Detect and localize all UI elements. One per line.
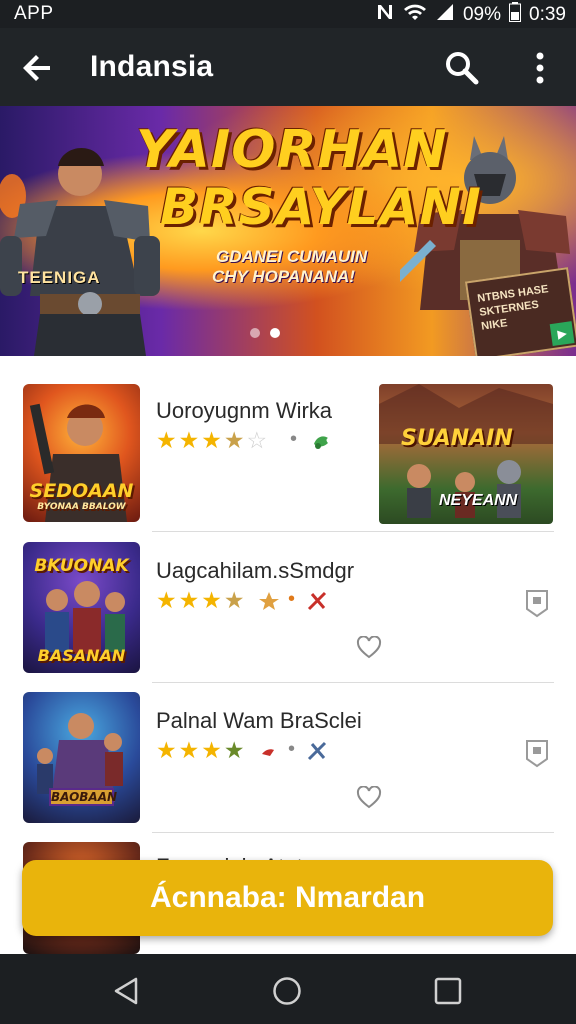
star-half-icon: ★ bbox=[223, 427, 245, 453]
star-rating: ★ ★ ★ ★ bbox=[156, 738, 245, 762]
banner-subtitle-line2: CHY HOPANANA! bbox=[212, 267, 355, 286]
star-icon: ★ bbox=[178, 587, 200, 613]
star-empty-icon: ☆ bbox=[246, 427, 268, 453]
star-half-icon: ★ bbox=[223, 587, 245, 613]
search-button[interactable] bbox=[442, 48, 482, 88]
more-vert-icon bbox=[536, 52, 544, 84]
carousel-dot[interactable] bbox=[250, 328, 260, 338]
status-icons: 09% 0:39 bbox=[375, 2, 566, 28]
nfc-icon bbox=[375, 2, 395, 28]
thumbnail-title: SEDOAAN bbox=[29, 480, 134, 502]
category-icon bbox=[314, 436, 328, 449]
badge-icon bbox=[259, 592, 279, 610]
star-icon: ★ bbox=[178, 427, 200, 453]
star-icon: ★ bbox=[201, 427, 222, 453]
app-title[interactable]: Palnal Wam BraSclei bbox=[156, 708, 362, 734]
wifi-icon bbox=[403, 2, 427, 28]
list-item[interactable]: BAOBAAN Palnal Wam BraSclei ★ ★ ★ ★ • bbox=[0, 682, 576, 833]
star-icon: ★ bbox=[201, 737, 222, 763]
banner-hero-label: TEENIGA bbox=[18, 268, 101, 287]
system-nav-bar bbox=[0, 954, 576, 1024]
banner-promo-card: NTBNS HASE SKTERNES NIKE ▶ bbox=[464, 267, 576, 356]
carousel-indicator bbox=[250, 328, 280, 338]
star-half-icon: ★ bbox=[223, 737, 245, 763]
star-icon: ★ bbox=[156, 427, 177, 453]
separator-dot: • bbox=[290, 428, 298, 450]
hero-banner[interactable]: YAIORHAN BRSAYLANI GDANEI CUMAUIN CHY HO… bbox=[0, 106, 576, 356]
carrier-label: APP bbox=[14, 3, 54, 24]
back-arrow-icon bbox=[23, 55, 50, 81]
carousel-dot-active[interactable] bbox=[270, 328, 280, 338]
banner-title-line2: BRSAYLANI bbox=[160, 178, 482, 236]
category-icon bbox=[307, 591, 327, 611]
thumbnail-title: BKUONAK bbox=[34, 556, 129, 576]
promo-image[interactable]: SUANAIN NEYEANN bbox=[379, 384, 553, 524]
play-badge-icon: ▶ bbox=[549, 321, 575, 347]
page-title: Indansia bbox=[90, 50, 214, 83]
star-rating: ★ ★ ★ ★ bbox=[156, 588, 245, 612]
overflow-menu-button[interactable] bbox=[522, 48, 558, 88]
banner-subtitle-line1: GDANEI CUMAUIN bbox=[216, 247, 368, 266]
clock: 0:39 bbox=[529, 4, 566, 25]
separator-dot: • bbox=[288, 588, 296, 610]
battery-percent: 09% bbox=[462, 4, 502, 25]
promo-subtitle: NEYEANN bbox=[439, 492, 518, 509]
app-thumbnail[interactable]: BAOBAAN bbox=[23, 692, 140, 823]
nav-home-icon[interactable] bbox=[272, 976, 302, 1006]
thumbnail-bottom-text: BASANAN bbox=[37, 646, 126, 665]
app-title[interactable]: Uoroyugnm Wirka bbox=[156, 398, 332, 424]
separator-dot: • bbox=[288, 738, 296, 760]
install-button[interactable]: Ácnnaba: Nmardan bbox=[22, 860, 553, 936]
app-bar: Indansia bbox=[0, 28, 576, 106]
battery-icon bbox=[509, 2, 522, 28]
nav-recents-icon[interactable] bbox=[433, 976, 463, 1006]
list-item[interactable]: SEDOAAN BYONAA BBALOW Uoroyugnm Wirka ★ … bbox=[0, 356, 576, 532]
star-rating: ★ ★ ★ ★ ☆ bbox=[156, 428, 267, 452]
list-item[interactable]: BKUONAK BASANAN Uagcahilam.sSmdgr ★ ★ ★ … bbox=[0, 532, 576, 683]
star-icon: ★ bbox=[156, 737, 177, 763]
star-icon: ★ bbox=[201, 587, 222, 613]
category-icon bbox=[307, 741, 327, 761]
badge-icon bbox=[262, 749, 274, 756]
app-title[interactable]: Uagcahilam.sSmdgr bbox=[156, 558, 354, 584]
heart-icon[interactable] bbox=[356, 636, 382, 660]
bookmark-icon[interactable] bbox=[524, 588, 550, 618]
back-button[interactable] bbox=[18, 48, 58, 88]
status-bar: APP 09% 0:39 bbox=[0, 0, 576, 28]
star-icon: ★ bbox=[156, 587, 177, 613]
star-icon: ★ bbox=[178, 737, 200, 763]
nav-back-icon[interactable] bbox=[112, 976, 142, 1006]
banner-title-line1: YAIORHAN bbox=[136, 120, 448, 180]
app-thumbnail[interactable]: BKUONAK BASANAN bbox=[23, 542, 140, 673]
bookmark-icon[interactable] bbox=[524, 738, 550, 768]
thumbnail-title: BAOBAAN bbox=[49, 788, 118, 806]
heart-icon[interactable] bbox=[356, 786, 382, 810]
signal-icon bbox=[435, 2, 455, 28]
promo-title: SUANAIN bbox=[401, 426, 513, 451]
thumbnail-subtitle: BYONAA BBALOW bbox=[37, 502, 126, 512]
search-icon bbox=[446, 52, 479, 85]
app-thumbnail[interactable]: SEDOAAN BYONAA BBALOW bbox=[23, 384, 140, 522]
